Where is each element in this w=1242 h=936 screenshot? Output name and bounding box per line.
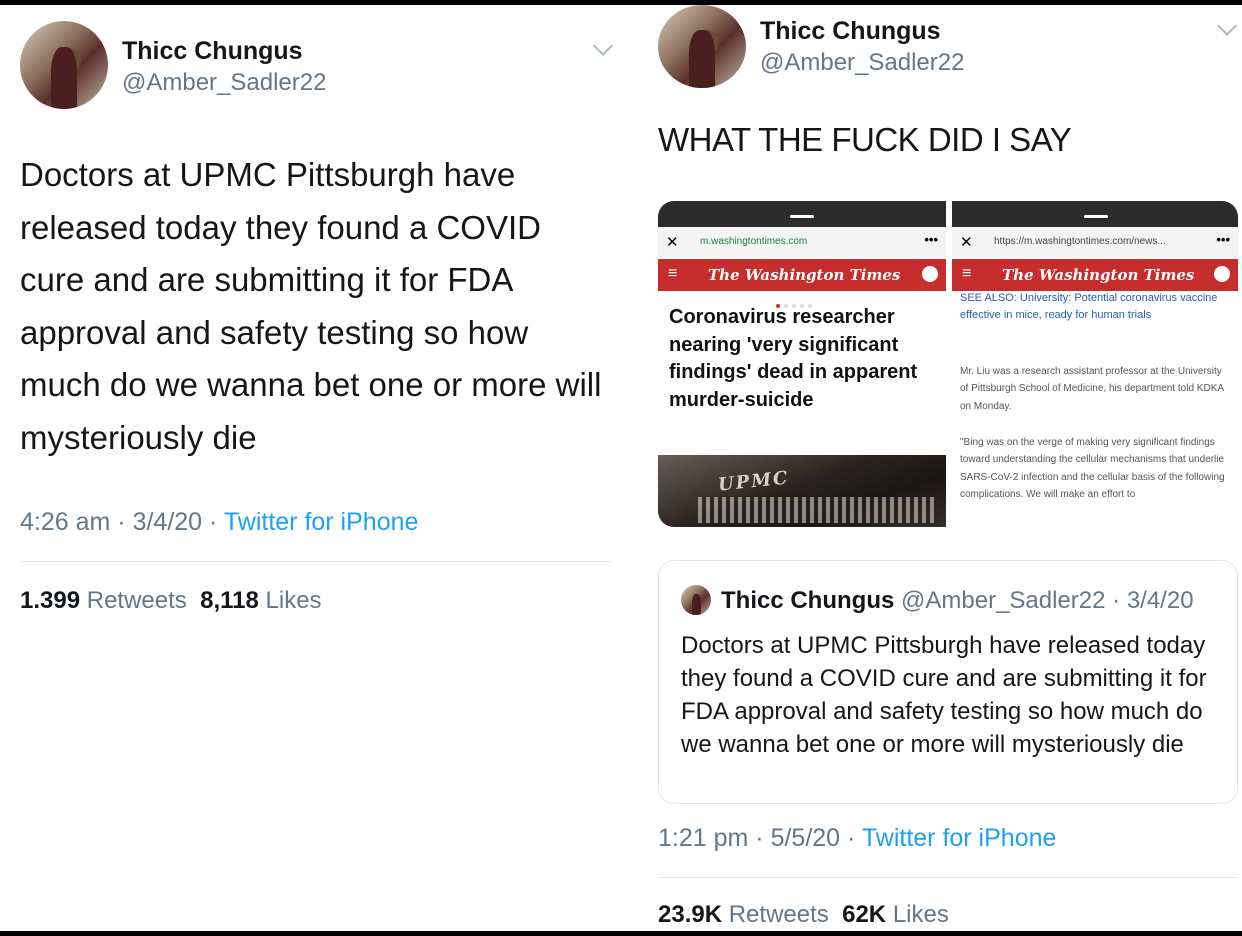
masthead-logo: The Washington Times — [708, 266, 901, 284]
meta-separator: · — [847, 824, 856, 852]
article-headline: Coronavirus researcher nearing 'very sig… — [669, 306, 918, 411]
article-screenshot-2[interactable]: ✕ https://m.washingtontimes.com/news... … — [952, 201, 1238, 527]
user-icon — [922, 266, 938, 282]
carousel-dots — [776, 295, 826, 308]
phone-status-bar — [952, 201, 1238, 227]
tweet-time: 4:26 am — [20, 508, 111, 536]
likes-label[interactable]: Likes — [893, 901, 949, 928]
building-sign: UPMC — [717, 467, 791, 496]
display-name[interactable]: Thicc Chungus — [122, 37, 303, 66]
article-photo: UPMC — [658, 455, 946, 527]
masthead-bar: ≡ The Washington Times — [952, 259, 1238, 291]
likes-label[interactable]: Likes — [266, 587, 322, 614]
tweet-date: 5/5/20 — [770, 824, 841, 852]
chevron-down-icon[interactable] — [1217, 16, 1237, 36]
quoted-tweet-header: Thicc Chungus @Amber_Sadler22 · 3/4/20 — [721, 587, 1194, 615]
quoted-tweet[interactable]: Thicc Chungus @Amber_Sadler22 · 3/4/20 D… — [658, 560, 1238, 804]
retweets-count[interactable]: 23.9K — [658, 901, 722, 928]
tweet-stats: 23.9K Retweets 62K Likes — [658, 901, 949, 929]
article-screenshot-1[interactable]: ✕ m.washingtontimes.com ••• ≡ The Washin… — [658, 201, 946, 527]
tweet-quote: Thicc Chungus @Amber_Sadler22 WHAT THE F… — [636, 5, 1242, 931]
article-paragraph: "Bing was on the verge of making very si… — [960, 437, 1225, 501]
see-also-link: SEE ALSO: University: Potential coronavi… — [960, 292, 1218, 321]
url-text: https://m.washingtontimes.com/news... — [994, 236, 1166, 247]
article-paragraph: Mr. Liu was a research assistant profess… — [960, 366, 1224, 412]
user-handle[interactable]: @Amber_Sadler22 — [122, 69, 326, 97]
likes-count[interactable]: 8,118 — [200, 587, 259, 614]
meta-separator: · — [209, 508, 218, 536]
tweet-text: WHAT THE FUCK DID I SAY — [658, 121, 1072, 158]
display-name: Thicc Chungus — [721, 587, 895, 614]
meta-separator: · — [117, 508, 126, 536]
tweet-text: Doctors at UPMC Pittsburgh have released… — [20, 156, 602, 456]
retweets-count[interactable]: 1.399 — [20, 587, 80, 614]
close-icon: ✕ — [960, 234, 973, 251]
retweets-label[interactable]: Retweets — [87, 587, 187, 614]
more-dots-icon: ••• — [1216, 232, 1230, 247]
phone-status-bar — [658, 201, 946, 227]
hamburger-menu-icon: ≡ — [962, 265, 972, 282]
user-handle[interactable]: @Amber_Sadler22 — [760, 49, 964, 77]
tweet-source-link[interactable]: Twitter for iPhone — [224, 508, 419, 536]
tweet-media[interactable]: ✕ m.washingtontimes.com ••• ≡ The Washin… — [658, 201, 1238, 527]
tweet-date: 3/4/20 — [132, 508, 203, 536]
meta-separator: · — [755, 824, 764, 852]
display-name[interactable]: Thicc Chungus — [760, 17, 941, 46]
tweet-source-link[interactable]: Twitter for iPhone — [862, 824, 1057, 852]
user-handle-date: @Amber_Sadler22 · 3/4/20 — [901, 587, 1194, 614]
retweets-label[interactable]: Retweets — [729, 901, 829, 928]
user-icon — [1214, 266, 1230, 282]
tweet-time: 1:21 pm — [658, 824, 749, 852]
tweet-stats: 1.399 Retweets 8,118 Likes — [20, 587, 322, 615]
meme-image: Thicc Chungus @Amber_Sadler22 Doctors at… — [0, 5, 1242, 931]
more-dots-icon: ••• — [924, 232, 938, 247]
browser-url-bar: ✕ m.washingtontimes.com ••• — [658, 227, 946, 257]
avatar[interactable] — [20, 21, 108, 109]
url-text: m.washingtontimes.com — [700, 236, 808, 247]
divider — [658, 877, 1238, 878]
hamburger-menu-icon: ≡ — [668, 265, 678, 282]
avatar — [681, 585, 711, 615]
close-icon: ✕ — [666, 234, 679, 251]
quoted-tweet-text: Doctors at UPMC Pittsburgh have released… — [681, 632, 1207, 758]
chevron-down-icon[interactable] — [593, 36, 613, 56]
tweet-meta: 1:21 pm · 5/5/20 · Twitter for iPhone — [658, 824, 1056, 853]
likes-count[interactable]: 62K — [842, 901, 886, 928]
avatar[interactable] — [658, 5, 746, 88]
masthead-logo: The Washington Times — [1002, 266, 1195, 284]
tweet-original: Thicc Chungus @Amber_Sadler22 Doctors at… — [0, 5, 630, 931]
divider — [20, 561, 612, 562]
tweet-meta: 4:26 am · 3/4/20 · Twitter for iPhone — [20, 508, 418, 537]
masthead-bar: ≡ The Washington Times — [658, 259, 946, 291]
browser-url-bar: ✕ https://m.washingtontimes.com/news... … — [952, 227, 1238, 257]
